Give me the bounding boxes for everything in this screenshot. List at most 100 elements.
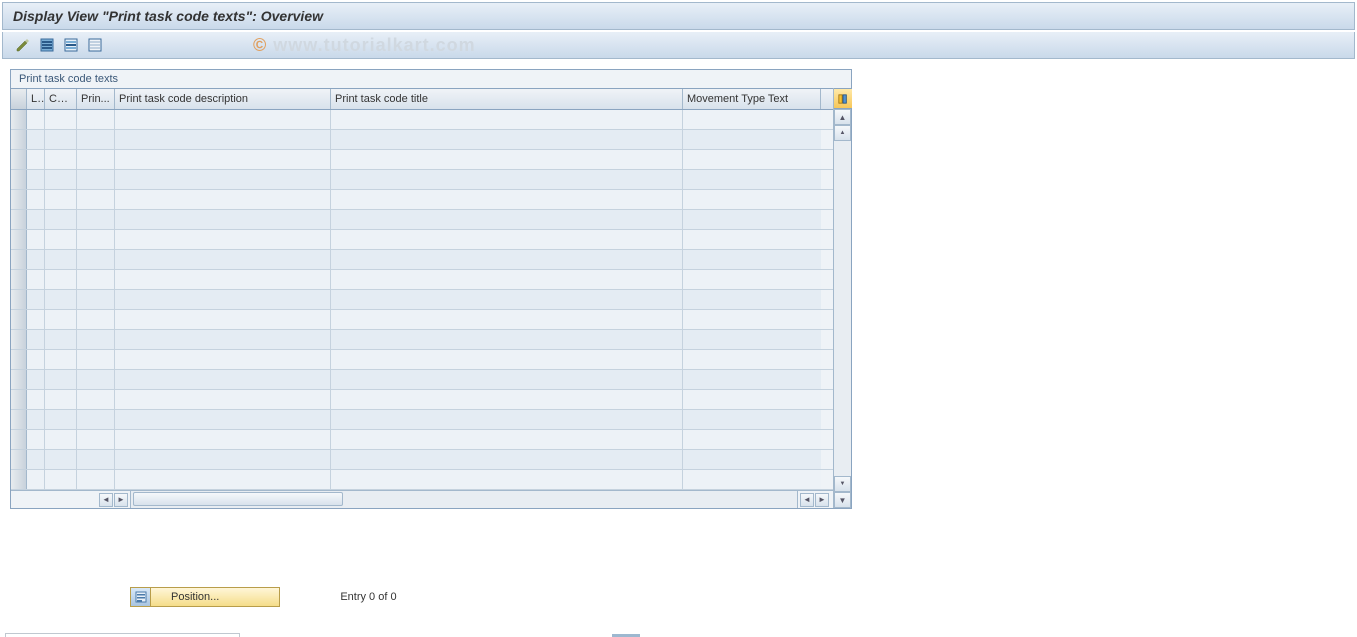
- cell-Prin[interactable]: [77, 390, 115, 409]
- table-row[interactable]: [11, 450, 833, 470]
- cell-Prin[interactable]: [77, 430, 115, 449]
- cell-desc[interactable]: [115, 110, 331, 129]
- table-row[interactable]: [11, 110, 833, 130]
- cell-L[interactable]: [27, 390, 45, 409]
- cell-Prin[interactable]: [77, 470, 115, 489]
- cell-Prin[interactable]: [77, 130, 115, 149]
- cell-title[interactable]: [331, 370, 683, 389]
- cell-CoCd[interactable]: [45, 470, 77, 489]
- cell-title[interactable]: [331, 210, 683, 229]
- cell-movement[interactable]: [683, 470, 821, 489]
- cell-L[interactable]: [27, 410, 45, 429]
- row-selector[interactable]: [11, 190, 27, 209]
- row-selector[interactable]: [11, 450, 27, 469]
- cell-CoCd[interactable]: [45, 250, 77, 269]
- hscroll-track[interactable]: [131, 491, 797, 508]
- cell-movement[interactable]: [683, 170, 821, 189]
- cell-Prin[interactable]: [77, 190, 115, 209]
- cell-movement[interactable]: [683, 450, 821, 469]
- scroll-left-button[interactable]: ◄: [99, 493, 113, 507]
- cell-Prin[interactable]: [77, 290, 115, 309]
- cell-movement[interactable]: [683, 350, 821, 369]
- cell-CoCd[interactable]: [45, 370, 77, 389]
- cell-L[interactable]: [27, 210, 45, 229]
- cell-title[interactable]: [331, 290, 683, 309]
- scroll-right-end-button[interactable]: ►: [815, 493, 829, 507]
- table-row[interactable]: [11, 390, 833, 410]
- row-selector[interactable]: [11, 130, 27, 149]
- cell-title[interactable]: [331, 190, 683, 209]
- table-row[interactable]: [11, 130, 833, 150]
- grid-header-selector[interactable]: [11, 89, 27, 109]
- cell-desc[interactable]: [115, 210, 331, 229]
- cell-desc[interactable]: [115, 250, 331, 269]
- cell-title[interactable]: [331, 430, 683, 449]
- cell-title[interactable]: [331, 310, 683, 329]
- cell-L[interactable]: [27, 470, 45, 489]
- cell-L[interactable]: [27, 430, 45, 449]
- table-row[interactable]: [11, 350, 833, 370]
- table-row[interactable]: [11, 250, 833, 270]
- cell-L[interactable]: [27, 150, 45, 169]
- cell-title[interactable]: [331, 250, 683, 269]
- cell-title[interactable]: [331, 130, 683, 149]
- row-selector[interactable]: [11, 150, 27, 169]
- cell-CoCd[interactable]: [45, 390, 77, 409]
- cell-desc[interactable]: [115, 270, 331, 289]
- scroll-left-end-button[interactable]: ◄: [800, 493, 814, 507]
- cell-movement[interactable]: [683, 250, 821, 269]
- cell-Prin[interactable]: [77, 330, 115, 349]
- table-row[interactable]: [11, 410, 833, 430]
- cell-desc[interactable]: [115, 450, 331, 469]
- table-row[interactable]: [11, 190, 833, 210]
- cell-desc[interactable]: [115, 190, 331, 209]
- cell-L[interactable]: [27, 250, 45, 269]
- cell-title[interactable]: [331, 390, 683, 409]
- cell-desc[interactable]: [115, 370, 331, 389]
- cell-desc[interactable]: [115, 230, 331, 249]
- row-selector[interactable]: [11, 390, 27, 409]
- row-selector[interactable]: [11, 270, 27, 289]
- row-selector[interactable]: [11, 330, 27, 349]
- cell-title[interactable]: [331, 350, 683, 369]
- cell-CoCd[interactable]: [45, 150, 77, 169]
- position-button[interactable]: Position...: [130, 587, 280, 607]
- cell-title[interactable]: [331, 110, 683, 129]
- select-all-icon[interactable]: [37, 35, 57, 55]
- table-row[interactable]: [11, 290, 833, 310]
- grid-header-L[interactable]: L..: [27, 89, 45, 109]
- cell-L[interactable]: [27, 130, 45, 149]
- row-selector[interactable]: [11, 110, 27, 129]
- cell-title[interactable]: [331, 450, 683, 469]
- cell-L[interactable]: [27, 310, 45, 329]
- select-block-icon[interactable]: [61, 35, 81, 55]
- cell-Prin[interactable]: [77, 370, 115, 389]
- cell-L[interactable]: [27, 330, 45, 349]
- scroll-up-page-button[interactable]: ▲: [834, 125, 851, 141]
- cell-CoCd[interactable]: [45, 230, 77, 249]
- cell-CoCd[interactable]: [45, 290, 77, 309]
- cell-movement[interactable]: [683, 230, 821, 249]
- cell-Prin[interactable]: [77, 170, 115, 189]
- cell-L[interactable]: [27, 450, 45, 469]
- table-settings-icon[interactable]: [834, 88, 852, 109]
- cell-L[interactable]: [27, 370, 45, 389]
- row-selector[interactable]: [11, 470, 27, 489]
- cell-title[interactable]: [331, 170, 683, 189]
- cell-Prin[interactable]: [77, 150, 115, 169]
- deselect-all-icon[interactable]: [85, 35, 105, 55]
- cell-movement[interactable]: [683, 190, 821, 209]
- table-row[interactable]: [11, 430, 833, 450]
- table-row[interactable]: [11, 150, 833, 170]
- table-row[interactable]: [11, 310, 833, 330]
- table-row[interactable]: [11, 470, 833, 490]
- row-selector[interactable]: [11, 210, 27, 229]
- cell-desc[interactable]: [115, 170, 331, 189]
- grid-header-Prin[interactable]: Prin...: [77, 89, 115, 109]
- cell-desc[interactable]: [115, 130, 331, 149]
- grid-header-title[interactable]: Print task code title: [331, 89, 683, 109]
- cell-desc[interactable]: [115, 150, 331, 169]
- cell-movement[interactable]: [683, 210, 821, 229]
- cell-CoCd[interactable]: [45, 130, 77, 149]
- cell-movement[interactable]: [683, 410, 821, 429]
